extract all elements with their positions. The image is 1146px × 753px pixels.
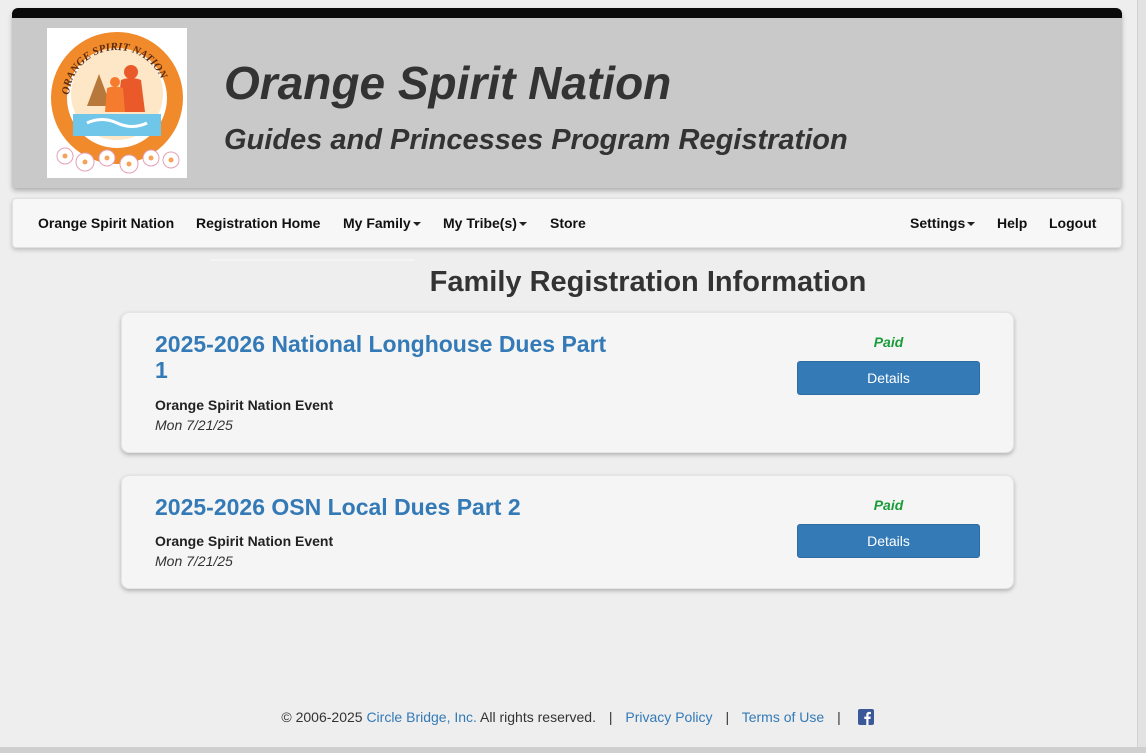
nav-label: My Family [343, 215, 411, 231]
nav-store[interactable]: Store [550, 199, 586, 247]
scrollbar-track[interactable] [1137, 0, 1146, 753]
logo-emblem: ORANGE SPIRIT NATION [51, 32, 183, 174]
registration-card: 2025-2026 National Longhouse Dues Part 1… [121, 312, 1014, 453]
page: ORANGE SPIRIT NATION Orange Spirit Natio… [0, 0, 1137, 747]
site-title: Orange Spirit Nation [224, 57, 672, 109]
card-title-link[interactable]: 2025-2026 OSN Local Dues Part 2 [155, 494, 625, 520]
nav-logout[interactable]: Logout [1049, 199, 1096, 247]
nav-registration-home[interactable]: Registration Home [196, 199, 320, 247]
main-navbar: Orange Spirit Nation Registration Home M… [12, 198, 1122, 248]
nav-label: Help [997, 215, 1028, 231]
registration-card: 2025-2026 OSN Local Dues Part 2 Orange S… [121, 475, 1014, 589]
nav-label: Logout [1049, 215, 1097, 231]
footer-separator: | [608, 709, 613, 725]
nav-label: Orange Spirit Nation [38, 215, 175, 231]
privacy-policy-link[interactable]: Privacy Policy [625, 709, 712, 725]
nav-my-family[interactable]: My Family [343, 199, 421, 247]
header-banner: ORANGE SPIRIT NATION Orange Spirit Natio… [12, 8, 1122, 188]
facebook-icon[interactable] [857, 709, 874, 725]
window-bottom-edge [0, 747, 1146, 753]
card-event-type: Orange Spirit Nation Event [155, 533, 334, 549]
page-heading: Family Registration Information [429, 266, 867, 298]
rights-text: All rights reserved. [480, 709, 596, 725]
nav-my-tribes[interactable]: My Tribe(s) [443, 199, 527, 247]
footer-separator: | [837, 709, 841, 725]
details-button[interactable]: Details [797, 524, 980, 558]
nav-orange-spirit-nation[interactable]: Orange Spirit Nation [38, 199, 174, 247]
nav-label: Settings [910, 215, 966, 231]
copyright-text: © 2006-2025 [281, 709, 363, 725]
details-button[interactable]: Details [797, 361, 980, 395]
card-date: Mon 7/21/25 [155, 553, 233, 569]
site-subtitle: Guides and Princesses Program Registrati… [224, 124, 848, 156]
logo[interactable]: ORANGE SPIRIT NATION [47, 28, 187, 178]
caret-down-icon [412, 222, 421, 227]
company-link[interactable]: Circle Bridge, Inc. [366, 709, 476, 725]
status-badge: Paid [873, 497, 904, 513]
card-title-link[interactable]: 2025-2026 National Longhouse Dues Part 1 [155, 331, 625, 383]
caret-down-icon [967, 222, 976, 227]
footer: © 2006-2025 Circle Bridge, Inc. All righ… [0, 709, 1146, 725]
card-event-type: Orange Spirit Nation Event [155, 397, 334, 413]
nav-label: Store [550, 215, 586, 231]
card-date: Mon 7/21/25 [155, 417, 233, 433]
facebook-glyph [863, 711, 871, 725]
nav-label: My Tribe(s) [443, 215, 517, 231]
nav-settings[interactable]: Settings [910, 199, 976, 247]
status-badge: Paid [873, 334, 904, 350]
nav-help[interactable]: Help [997, 199, 1027, 247]
nav-label: Registration Home [196, 215, 321, 231]
divider [210, 259, 415, 261]
footer-separator: | [725, 709, 730, 725]
caret-down-icon [518, 222, 527, 227]
terms-of-use-link[interactable]: Terms of Use [742, 709, 824, 725]
